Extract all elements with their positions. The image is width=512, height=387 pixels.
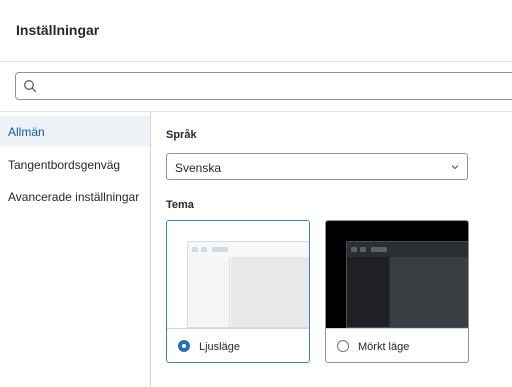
- light-theme-preview: [167, 221, 309, 328]
- sidebar-item-advanced-settings[interactable]: Avancerade inställningar: [0, 181, 150, 211]
- search-icon: [24, 80, 37, 93]
- sidebar-item-keyboard-shortcuts[interactable]: Tangentbordsgenväg: [0, 149, 150, 179]
- preview-right-pane: [231, 257, 309, 327]
- dialog-header: Inställningar: [0, 0, 512, 62]
- settings-sidebar: Allmän Tangentbordsgenväg Avancerade ins…: [0, 112, 151, 387]
- search-input[interactable]: [44, 76, 512, 98]
- light-preview-window: [187, 241, 309, 328]
- sidebar-item-general[interactable]: Allmän: [0, 116, 150, 146]
- preview-dot: [360, 247, 366, 252]
- theme-card-light[interactable]: Ljusläge: [166, 220, 310, 363]
- preview-dot: [201, 247, 207, 252]
- language-select-value: Svenska: [175, 161, 222, 175]
- theme-card-dark[interactable]: Mörkt läge: [325, 220, 469, 363]
- preview-dot: [192, 247, 198, 252]
- dialog-title: Inställningar: [16, 22, 100, 38]
- preview-bar: [212, 247, 228, 252]
- preview-right-pane: [390, 257, 468, 327]
- sidebar-item-label: Avancerade inställningar: [8, 190, 140, 204]
- light-theme-footer: Ljusläge: [167, 328, 309, 362]
- search-field[interactable]: [15, 72, 512, 100]
- dark-theme-radio[interactable]: [337, 340, 349, 352]
- preview-left-pane: [188, 257, 230, 327]
- settings-dialog: Inställningar Allmän Tangentbordsgenväg …: [0, 0, 512, 387]
- theme-label: Tema: [166, 199, 194, 211]
- language-label: Språk: [166, 129, 197, 141]
- language-select[interactable]: Svenska: [166, 153, 468, 180]
- dark-theme-preview: [326, 221, 468, 328]
- dark-preview-window: [346, 241, 468, 328]
- chevron-down-icon: [451, 165, 459, 170]
- light-theme-radio[interactable]: [178, 340, 190, 352]
- sidebar-item-label: Tangentbordsgenväg: [8, 158, 121, 172]
- preview-dot: [351, 247, 357, 252]
- dark-theme-footer: Mörkt läge: [326, 328, 468, 362]
- dark-theme-label: Mörkt läge: [358, 341, 410, 353]
- light-theme-label: Ljusläge: [199, 341, 240, 353]
- sidebar-item-label: Allmän: [8, 125, 45, 139]
- preview-left-pane: [347, 257, 389, 327]
- preview-bar: [371, 247, 387, 252]
